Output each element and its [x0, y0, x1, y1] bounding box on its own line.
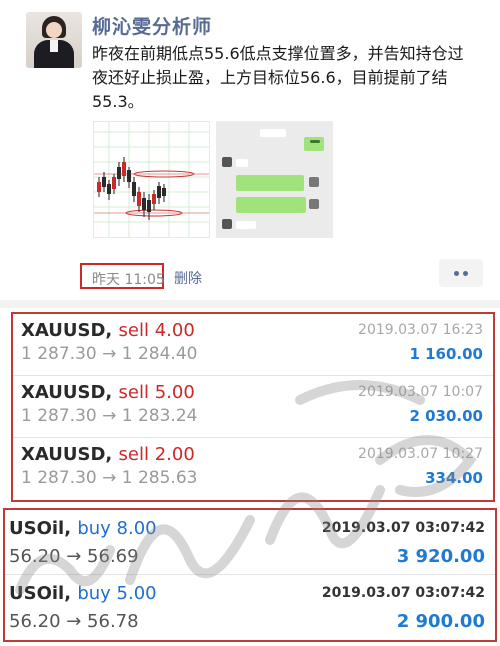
section-divider: [0, 300, 500, 308]
trade-datetime: 2019.03.07 10:07: [358, 384, 483, 400]
trade-datetime: 2019.03.07 03:07:42: [321, 585, 485, 601]
more-dots-icon: [463, 271, 468, 276]
trade-row[interactable]: XAUUSD, sell 4.00 1 287.30 → 1 284.40 20…: [13, 314, 493, 376]
trade-action: sell 2.00: [118, 444, 195, 465]
moment-post: 柳沁雯分析师 昨夜在前期低点55.6低点支撑位置多，并告知持仓过夜还好止损止盈，…: [0, 0, 500, 300]
trades-box-xauusd: XAUUSD, sell 4.00 1 287.30 → 1 284.40 20…: [11, 312, 495, 502]
chart-thumbnail[interactable]: [93, 121, 210, 238]
trade-row[interactable]: USOil, buy 5.00 56.20 → 56.78 2019.03.07…: [5, 575, 495, 640]
trade-prices: 1 287.30 → 1 284.40: [21, 344, 198, 364]
trade-datetime: 2019.03.07 03:07:42: [321, 520, 485, 536]
trade-prices: 56.20 → 56.69: [9, 546, 139, 567]
delete-link[interactable]: 删除: [174, 268, 202, 288]
trade-symbol: XAUUSD, sell 4.00: [21, 320, 195, 341]
time-highlight-box: 昨天 11:05: [80, 263, 165, 289]
more-dots-icon: [454, 271, 459, 276]
trade-profit: 2 900.00: [396, 611, 485, 632]
chart-thumbnail-graphic: [94, 122, 209, 237]
trade-action: sell 5.00: [118, 382, 195, 403]
trade-datetime: 2019.03.07 16:23: [358, 322, 483, 338]
trade-profit: 2 030.00: [409, 407, 483, 425]
trade-row[interactable]: XAUUSD, sell 5.00 1 287.30 → 1 283.24 20…: [13, 376, 493, 438]
trade-profit: 1 160.00: [409, 345, 483, 363]
trade-prices: 1 287.30 → 1 285.63: [21, 468, 198, 488]
trade-symbol: XAUUSD, sell 2.00: [21, 444, 195, 465]
trade-row[interactable]: USOil, buy 8.00 56.20 → 56.69 2019.03.07…: [5, 510, 495, 575]
trade-symbol: USOil, buy 5.00: [9, 583, 157, 604]
trade-profit: 3 920.00: [396, 546, 485, 567]
trade-action: sell 4.00: [118, 320, 195, 341]
avatar[interactable]: [26, 12, 82, 68]
trade-profit: 334.00: [425, 469, 483, 487]
trade-prices: 56.20 → 56.78: [9, 611, 139, 632]
trade-symbol: USOil, buy 8.00: [9, 518, 157, 539]
post-time: 昨天 11:05: [92, 272, 165, 288]
trades-box-usoil: USOil, buy 8.00 56.20 → 56.69 2019.03.07…: [3, 508, 497, 642]
trade-row[interactable]: XAUUSD, sell 2.00 1 287.30 → 1 285.63 20…: [13, 438, 493, 500]
trade-datetime: 2019.03.07 10:27: [358, 446, 483, 462]
author-name[interactable]: 柳沁雯分析师: [92, 12, 212, 39]
trade-prices: 1 287.30 → 1 283.24: [21, 406, 198, 426]
more-button[interactable]: [439, 259, 483, 287]
trade-symbol: XAUUSD, sell 5.00: [21, 382, 195, 403]
trade-action: buy 8.00: [77, 518, 157, 539]
post-text: 昨夜在前期低点55.6低点支撑位置多，并告知持仓过夜还好止损止盈，上方目标位56…: [92, 44, 464, 111]
chat-screenshot-thumbnail[interactable]: [216, 121, 333, 238]
trade-action: buy 5.00: [77, 583, 157, 604]
